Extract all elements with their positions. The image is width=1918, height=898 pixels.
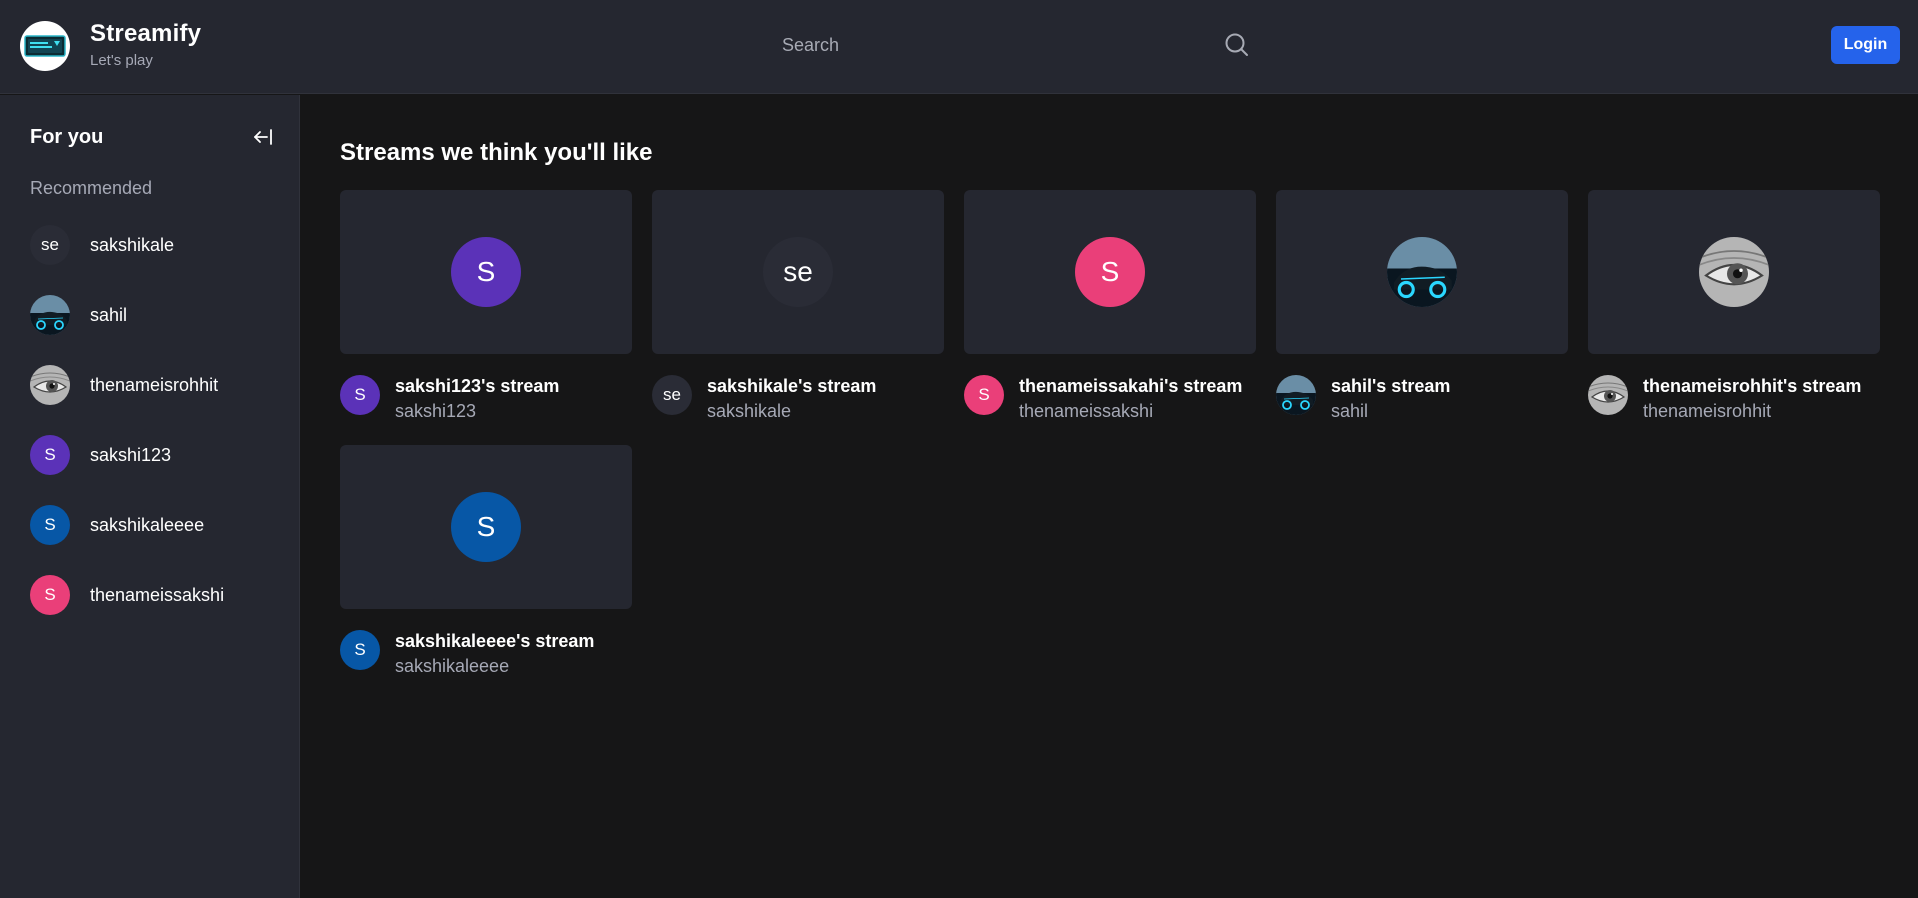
stream-card[interactable]: S Ssakshikaleeee's stream sakshikaleeee [340, 445, 632, 685]
search-form [760, 22, 1260, 68]
sidebar-item-label: sahil [90, 304, 128, 325]
avatar: S [30, 575, 70, 615]
recommended-label: Recommended [30, 178, 153, 198]
stream-username: sakshi123 [395, 401, 477, 421]
stream-thumbnail[interactable]: se [652, 190, 944, 354]
stream-title[interactable]: sakshikale's stream [707, 375, 876, 397]
stream-thumbnail[interactable] [1276, 190, 1568, 354]
avatar: se [30, 225, 70, 265]
collapse-sidebar-icon[interactable] [251, 125, 275, 149]
sidebar-item-label: sakshikale [90, 234, 175, 255]
sidebar-item-label: sakshikaleeee [90, 514, 205, 535]
sidebar-item-sakshikaleeee[interactable]: Ssakshikaleeee [30, 505, 280, 545]
sidebar-item-thenameissakshi[interactable]: Sthenameissakshi [30, 575, 280, 615]
sidebar: For you Recommended se sakshikale sahil the… [0, 95, 300, 898]
brand-title: Streamify [90, 20, 202, 47]
stream-username: sakshikale [707, 401, 792, 421]
sidebar-item-label: thenameisrohhit [90, 374, 219, 395]
login-button[interactable]: Login [1831, 26, 1900, 64]
sidebar-item-sahil[interactable]: sahil [30, 295, 280, 335]
stream-card[interactable]: se se sakshikale's stream sakshikale [652, 190, 944, 430]
stream-title[interactable]: sakshi123's stream [395, 375, 559, 397]
stream-username: thenameisrohhit [1643, 401, 1772, 421]
stream-info: se sakshikale's stream sakshikale [652, 375, 944, 422]
avatar-initial: S [1100, 256, 1120, 287]
avatar-initial: se [41, 235, 59, 254]
page-title: Streams we think you'll like [340, 139, 653, 166]
stream-title[interactable]: sakshikaleeee's stream [395, 630, 594, 652]
stream-card[interactable]: sahil's stream sahil [1276, 190, 1568, 430]
recommended-list: se sakshikale sahil thenameisrohhit Ssakshi1… [30, 225, 280, 645]
avatar-initial: S [354, 640, 366, 659]
avatar: S [451, 492, 521, 562]
stream-username: sahil [1331, 401, 1369, 421]
avatar: S [30, 505, 70, 545]
avatar-initial: S [44, 445, 56, 464]
stream-thumbnail[interactable] [1588, 190, 1880, 354]
avatar-initial: S [978, 385, 990, 404]
main-content: Streams we think you'll like S Ssakshi123… [340, 95, 1880, 898]
avatar-initial: S [476, 511, 496, 542]
stream-info: Sthenameissakahi's stream thenameissakshi [964, 375, 1256, 422]
avatar [30, 365, 70, 405]
avatar [30, 295, 70, 335]
search-input[interactable] [760, 22, 1260, 68]
sidebar-item-sakshikale[interactable]: se sakshikale [30, 225, 280, 265]
stream-info: thenameisrohhit's stream thenameisrohhit [1588, 375, 1880, 422]
sidebar-title: For you [30, 125, 104, 148]
stream-thumbnail[interactable]: S [340, 190, 632, 354]
brand-subtitle: Let's play [90, 52, 153, 69]
brand-logo-link[interactable]: Streamify Let's play [20, 20, 201, 71]
avatar-initial: se [663, 385, 681, 404]
stream-thumbnail[interactable]: S [340, 445, 632, 609]
avatar: S [451, 237, 521, 307]
sidebar-item-sakshi123[interactable]: Ssakshi123 [30, 435, 280, 475]
stream-title[interactable]: thenameisrohhit's stream [1643, 375, 1861, 397]
stream-username: thenameissakshi [1019, 401, 1154, 421]
avatar [1387, 237, 1457, 307]
avatar-initial: S [476, 256, 496, 287]
stream-thumbnail[interactable]: S [964, 190, 1256, 354]
avatar: se [763, 237, 833, 307]
stream-username: sakshikaleeee [395, 656, 510, 676]
avatar: S [340, 630, 380, 670]
stream-title[interactable]: thenameissakahi's stream [1019, 375, 1242, 397]
logo-icon [20, 20, 70, 71]
avatar-initial: S [354, 385, 366, 404]
sidebar-item-label: thenameissakshi [90, 584, 225, 605]
avatar-initial: se [783, 256, 813, 287]
avatar-initial: S [44, 515, 56, 534]
stream-card[interactable]: thenameisrohhit's stream thenameisrohhit [1588, 190, 1880, 430]
sidebar-item-label: sakshi123 [90, 444, 172, 465]
stream-info: sahil's stream sahil [1276, 375, 1568, 422]
stream-card[interactable]: S Sthenameissakahi's stream thenameissaksh… [964, 190, 1256, 430]
avatar: S [964, 375, 1004, 415]
avatar: S [340, 375, 380, 415]
search-icon[interactable] [1224, 32, 1250, 58]
stream-info: Ssakshikaleeee's stream sakshikaleeee [340, 630, 632, 677]
avatar: se [652, 375, 692, 415]
stream-title[interactable]: sahil's stream [1331, 375, 1450, 397]
sidebar-header: For you [30, 117, 275, 157]
stream-card[interactable]: S Ssakshi123's stream sakshi123 [340, 190, 632, 430]
avatar [1276, 375, 1316, 415]
avatar [1588, 375, 1628, 415]
avatar [1699, 237, 1769, 307]
stream-info: Ssakshi123's stream sakshi123 [340, 375, 632, 422]
sidebar-item-thenameisrohhit[interactable]: thenameisrohhit [30, 365, 280, 405]
avatar: S [1075, 237, 1145, 307]
avatar: S [30, 435, 70, 475]
avatar-initial: S [44, 585, 56, 604]
top-navbar: Streamify Let's play Login [0, 0, 1918, 94]
